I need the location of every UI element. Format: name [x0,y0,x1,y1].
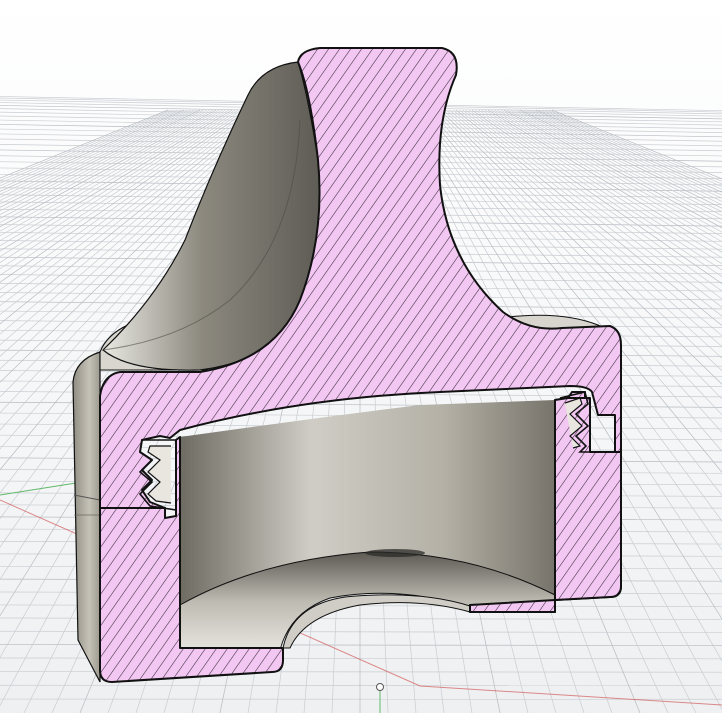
scene [0,0,722,713]
cad-viewport[interactable] [0,0,722,713]
origin-marker-icon [376,683,384,691]
